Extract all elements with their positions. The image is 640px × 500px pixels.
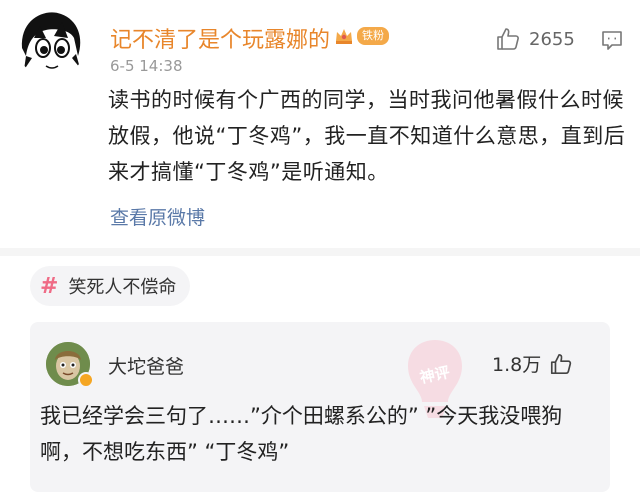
post-card: 记不清了是个玩露娜的 铁粉 6-5 14:38 2655 读书的时候有个广西的同… (0, 0, 640, 248)
topic-chip[interactable]: # 笑死人不偿命 (30, 266, 191, 306)
post-like-count: 2655 (529, 28, 575, 50)
thumbs-up-icon (497, 28, 519, 50)
post-username[interactable]: 记不清了是个玩露娜的 (110, 22, 330, 54)
post-timestamp: 6-5 14:38 (110, 57, 183, 75)
hashtag-icon: # (40, 273, 59, 299)
fan-badge-label: 铁粉 (357, 27, 389, 45)
section-divider (0, 248, 640, 256)
top-comment-card: 神评 大坨爸爸 1.8万 我已经学会三句了……”介个田螺系公的” ”今天我没喂狗… (30, 322, 610, 492)
post-like-button[interactable]: 2655 (495, 26, 575, 52)
fan-badge: 铁粉 (333, 24, 389, 48)
comment-like-count: 1.8万 (492, 354, 542, 376)
post-body-text: 读书的时候有个广西的同学，当时我问他暑假什么时候放假，他说“丁冬鸡”，我一直不知… (108, 88, 626, 184)
topic-label: 笑死人不偿命 (68, 277, 177, 298)
view-original-link[interactable]: 查看原微博 (110, 203, 205, 230)
comment-icon (602, 31, 622, 50)
comment-like-button[interactable]: 1.8万 (492, 350, 573, 377)
thumbs-up-icon (551, 353, 572, 374)
comment-body-text: 我已经学会三句了……”介个田螺系公的” ”今天我没喂狗啊，不想吃东西” “丁冬鸡… (40, 404, 563, 464)
crown-icon (336, 29, 352, 44)
user-avatar[interactable] (16, 8, 86, 78)
commenter-username[interactable]: 大坨爸爸 (108, 352, 184, 379)
comment-button[interactable] (600, 28, 624, 56)
verified-badge-icon (78, 372, 94, 388)
